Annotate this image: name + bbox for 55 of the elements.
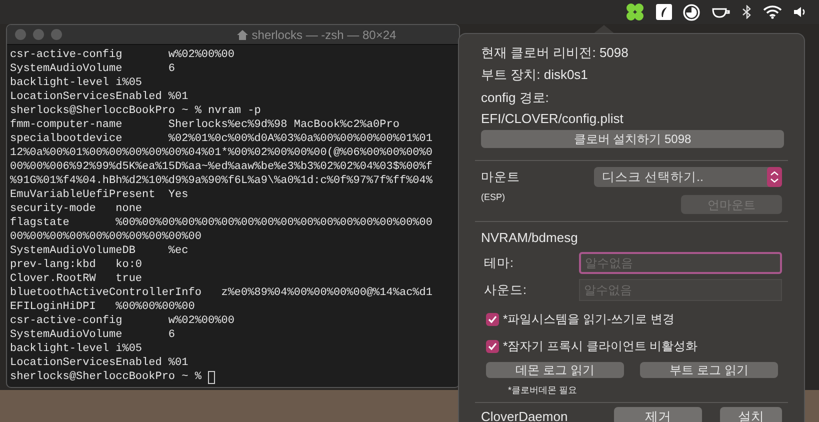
terminal-line: LocationServicesEnabled %01 (10, 356, 188, 370)
terminal-line: fmm-computer-name Sherlocks%ec%9d%98 MacBook%c2%a0Pro (10, 118, 400, 132)
revision-text: 현재 클로버 리비전: 5098 (481, 44, 630, 62)
install-button[interactable]: 클로버 설치하기 5098 (481, 130, 784, 148)
terminal-line: bluetoothActiveControllerInfo z%e0%89%04%00%00%00%00@%14%ac%d1 (10, 286, 432, 300)
terminal-line: LocationServicesEnabled %01 (10, 90, 188, 104)
wifi-icon[interactable] (763, 5, 782, 19)
checkbox[interactable] (486, 340, 499, 352)
terminal-line: Clover.RootRW true (10, 272, 142, 286)
esp-label: (ESP) (481, 191, 506, 204)
log-button[interactable]: 부트 로그 읽기 (640, 362, 778, 378)
terminal-line: SystemAudioVolumeDB %ec (10, 244, 188, 258)
terminal-line: flagstate %00%00%00%00%00%00%00%00%00%00%00%00%00%00%00%00 (10, 216, 432, 230)
stepper-icon (767, 167, 782, 187)
nvram-heading: NVRAM/bdmesg (481, 229, 579, 247)
terminal-line: specialbootdevice %02%01%0c%00%d0A%03%0a%00%00%00%00%01%01 (10, 132, 432, 146)
terminal-line: sherlocks@SherloccBookPro ~ % (10, 370, 202, 384)
mount-label: 마운트 (481, 168, 520, 186)
terminal-line: csr-active-config w%02%00%00 (10, 48, 234, 62)
terminal-line: %91G%01%f4%04.hBh%d2%10%d9%9a%90%f6L%a9\%a0%1d:c%0f%97%7f%ff%04% (10, 174, 432, 188)
terminal-line: sherlocks@SherloccBookPro ~ % nvram -p (10, 104, 261, 118)
terminal-line: 00%00%006%92%99%d5K%ea%15D%aa~%ed%aaw%be%e3%b3%02%02%04%03$%00%f (10, 160, 432, 174)
feather-icon[interactable] (656, 4, 672, 20)
checkbox-label: *잠자기 프록시 클라이언트 비활성화 (503, 338, 698, 355)
terminal-line: EmuVariableUefiPresent Yes (10, 188, 188, 202)
log-button[interactable]: 데몬 로그 읽기 (486, 362, 624, 378)
terminal-line: SystemAudioVolume 6 (10, 62, 176, 76)
window-title: sherlocks — -zsh — 80×24 (252, 26, 396, 44)
terminal-line: EFILoginHiDPI %00%00%00%00 (10, 300, 195, 314)
check-icon (488, 342, 497, 350)
volume-icon[interactable] (793, 5, 807, 19)
terminal-line: 00%00%00%00%00%00%00%00%00%00 (10, 230, 202, 244)
clover-icon[interactable] (625, 2, 645, 22)
terminal-line: prev-lang:kbd ko:0 (10, 258, 142, 272)
daemon-label: CloverDaemon (481, 408, 569, 422)
terminal-line: 12%0a%00%01%00%00%00%00%00%04%01*%00%02%00%00%00(@%06%00%00%00%0 (10, 146, 432, 160)
terminal-line: csr-active-config w%02%00%00 (10, 314, 234, 328)
terminal-line: backlight-level i%05 (10, 76, 142, 90)
home-icon (236, 30, 248, 40)
terminal-line: backlight-level i%05 (10, 342, 142, 356)
disk-select[interactable]: 디스크 선택하기.. (594, 167, 782, 187)
clock-icon[interactable] (683, 4, 700, 20)
config-path: EFI/CLOVER/config.plist (481, 110, 624, 128)
bluetooth-icon[interactable] (742, 5, 752, 19)
config-label: config 경로: (481, 89, 550, 107)
terminal-line: SystemAudioVolume 6 (10, 328, 176, 342)
boot-device-text: 부트 장치: disk0s1 (481, 66, 589, 84)
terminal-line: security-mode none (10, 202, 142, 216)
cursor-icon (208, 370, 216, 384)
checkbox-label: *파일시스템을 읽기-쓰기로 변경 (503, 311, 674, 328)
field-label: 테마: (483, 254, 514, 272)
field-label: 사운드: (483, 282, 526, 299)
check-icon (488, 314, 497, 324)
daemon-note: *클로버데몬 필요 (507, 384, 578, 397)
checkbox[interactable] (486, 312, 499, 326)
